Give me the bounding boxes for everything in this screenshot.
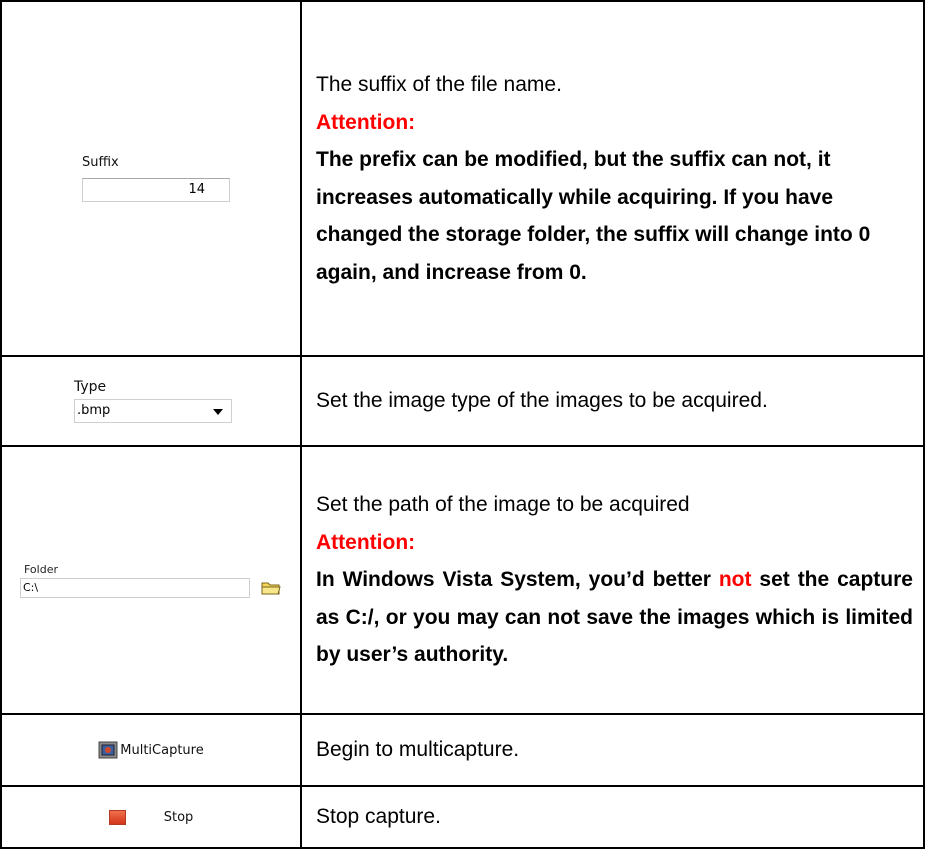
folder-intro: Set the path of the image to be acquired xyxy=(316,493,690,517)
suffix-intro: The suffix of the file name. xyxy=(316,73,562,96)
multicapture-label: MultiCapture xyxy=(120,742,204,758)
stop-label: Stop xyxy=(163,809,194,825)
widget-cell-suffix: Suffix 14 xyxy=(0,0,302,357)
folder-input[interactable]: C:\ xyxy=(20,577,250,598)
type-select[interactable]: .bmp xyxy=(74,399,232,423)
folder-body-red: not xyxy=(718,568,752,592)
folder-body-before: In Windows Vista System, you’d better xyxy=(316,568,711,592)
type-select-value: .bmp xyxy=(77,403,111,418)
stop-icon xyxy=(108,809,126,825)
folder-label: Folder xyxy=(24,562,58,576)
folder-widget: Folder C:\ xyxy=(20,563,300,598)
folder-icon[interactable] xyxy=(260,580,282,596)
chevron-down-icon[interactable] xyxy=(213,409,223,415)
multicapture-icon xyxy=(98,741,118,759)
suffix-input[interactable]: 14 xyxy=(82,178,230,202)
table-row-type: Type .bmp Set the image type of the imag… xyxy=(0,355,925,447)
multicapture-intro: Begin to multicapture. xyxy=(316,738,520,762)
widget-cell-multicapture: MultiCapture xyxy=(0,713,302,787)
description-cell-multicapture: Begin to multicapture. xyxy=(300,713,925,787)
folder-attention: Attention: xyxy=(316,530,416,554)
table-row-suffix: Suffix 14 The suffix of the file name. A… xyxy=(0,0,925,357)
stop-intro: Stop capture. xyxy=(316,805,441,829)
widget-cell-type: Type .bmp xyxy=(0,355,302,447)
description-cell-suffix: The suffix of the file name. Attention: … xyxy=(300,0,925,357)
type-widget: Type .bmp xyxy=(74,379,300,423)
description-table: Suffix 14 The suffix of the file name. A… xyxy=(0,0,925,849)
multicapture-button[interactable]: MultiCapture xyxy=(2,741,300,759)
description-cell-stop: Stop capture. xyxy=(300,785,925,849)
table-row-multicapture: MultiCapture Begin to multicapture. xyxy=(0,713,925,787)
type-intro: Set the image type of the images to be a… xyxy=(316,389,768,413)
suffix-label: Suffix xyxy=(82,155,119,170)
suffix-attention: Attention: xyxy=(316,110,416,134)
folder-body: In Windows Vista System, you’d better no… xyxy=(316,561,913,674)
table-row-folder: Folder C:\ Set the path of the image to … xyxy=(0,445,925,715)
description-cell-type: Set the image type of the images to be a… xyxy=(300,355,925,447)
table-row-stop: Stop Stop capture. xyxy=(0,785,925,849)
widget-cell-stop: Stop xyxy=(0,785,302,849)
widget-cell-folder: Folder C:\ xyxy=(0,445,302,715)
suffix-body: The prefix can be modified, but the suff… xyxy=(316,148,871,284)
description-cell-folder: Set the path of the image to be acquired… xyxy=(300,445,925,715)
stop-button[interactable]: Stop xyxy=(2,809,300,825)
suffix-widget: Suffix 14 xyxy=(82,155,300,202)
type-label: Type xyxy=(74,379,107,395)
